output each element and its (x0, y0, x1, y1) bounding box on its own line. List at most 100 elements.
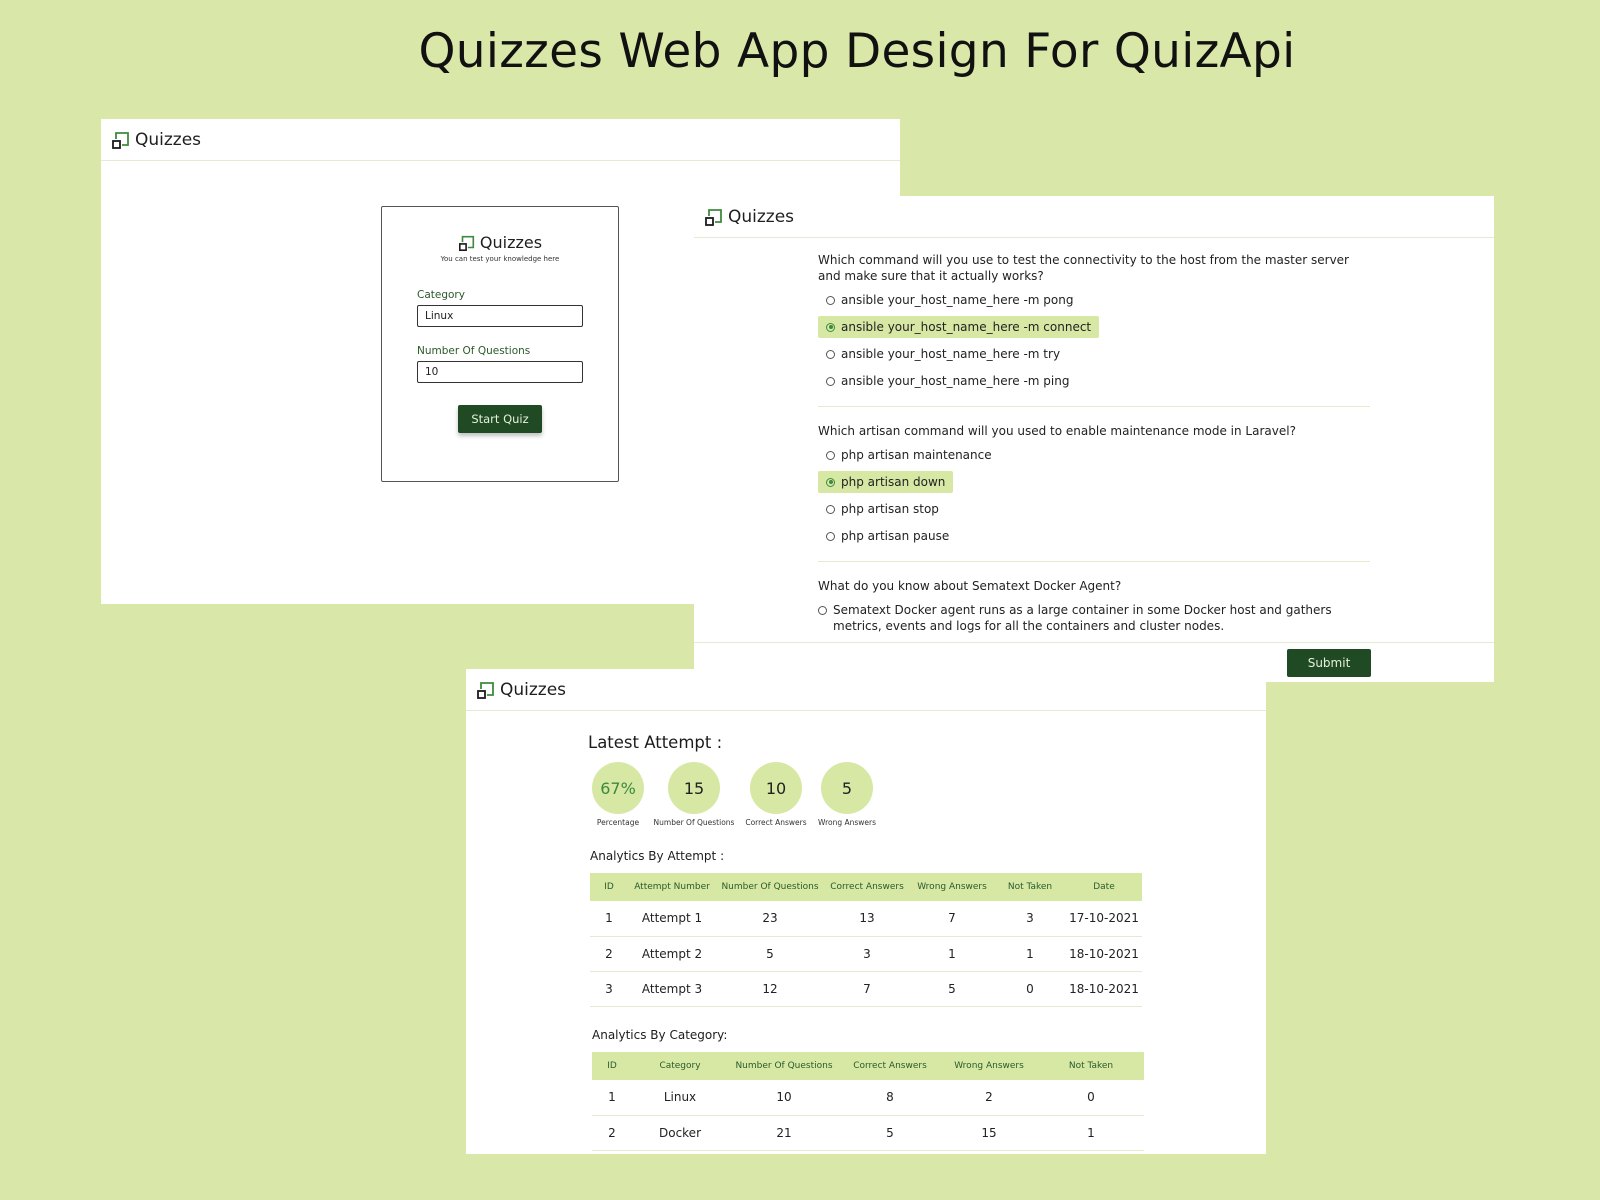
stat-wrong-answers: 5 Wrong Answers (812, 762, 882, 827)
analytics-screen-frame: Quizzes Latest Attempt : 67% Percentage … (466, 669, 1266, 1154)
stat-value: 10 (750, 762, 802, 814)
column-header: ID (607, 1061, 617, 1071)
analytics-by-attempt-title: Analytics By Attempt : (590, 849, 725, 863)
cell-attempt: Attempt 1 (628, 901, 716, 937)
radio-icon[interactable] (826, 531, 835, 541)
cell-date: 18-10-2021 (1066, 971, 1142, 1007)
answer-option[interactable]: ansible your_host_name_here -m ping (818, 370, 1077, 392)
questions-count-label: Number Of Questions (417, 345, 531, 357)
table-row: 1 Linux 10 8 2 0 (592, 1080, 1144, 1116)
start-quiz-button[interactable]: Start Quiz (458, 405, 542, 433)
radio-icon[interactable] (826, 295, 835, 305)
cell-not-taken: 0 (994, 971, 1066, 1007)
option-label: php artisan pause (841, 529, 950, 543)
latest-attempt-stats: 67% Percentage 15 Number Of Questions 10… (588, 762, 882, 827)
cell-date: 18-10-2021 (1066, 936, 1142, 972)
stat-label: Percentage (596, 818, 640, 827)
stat-value: 15 (668, 762, 720, 814)
question-divider (818, 406, 1370, 407)
cell-attempt: Attempt 3 (628, 971, 716, 1007)
card-subtitle: You can test your knowledge here (440, 255, 560, 263)
column-header: Correct Answers (853, 1061, 927, 1071)
cell-correct: 13 (824, 901, 910, 937)
cell-id: 1 (592, 1080, 632, 1116)
cell-id: 3 (590, 971, 628, 1007)
category-label: Category (417, 289, 465, 301)
cell-not-taken: 0 (1038, 1080, 1144, 1116)
answer-option[interactable]: php artisan stop (818, 498, 947, 520)
question-block: Which artisan command will you used to e… (818, 423, 1370, 547)
option-label: ansible your_host_name_here -m try (841, 347, 1061, 361)
quizzes-logo-icon (476, 680, 496, 700)
cell-correct: 3 (824, 936, 910, 972)
answer-option[interactable]: Sematext Docker agent runs as a large co… (818, 602, 1358, 634)
column-header: Not Taken (1007, 882, 1053, 892)
brand-name: Quizzes (728, 206, 795, 227)
column-header: ID (604, 882, 614, 892)
column-header: Number Of Questions (721, 882, 819, 892)
start-quiz-card: Quizzes You can test your knowledge here… (381, 206, 619, 482)
top-bar: Quizzes (694, 196, 1494, 238)
cell-attempt: Attempt 2 (628, 936, 716, 972)
cell-wrong: 5 (910, 971, 994, 1007)
analytics-by-category-title: Analytics By Category: (592, 1028, 728, 1042)
cell-wrong: 1 (910, 936, 994, 972)
cell-wrong: 2 (940, 1080, 1038, 1116)
cell-questions: 23 (716, 901, 824, 937)
table-row: 2 Docker 21 5 15 1 (592, 1115, 1144, 1151)
cell-correct: 5 (840, 1115, 940, 1151)
cell-questions: 21 (728, 1115, 840, 1151)
radio-icon[interactable] (826, 504, 835, 514)
stat-value: 5 (821, 762, 873, 814)
radio-icon[interactable] (826, 349, 835, 359)
table-row: 3 Attempt 3 12 7 5 0 18-10-2021 (590, 971, 1142, 1007)
analytics-by-attempt-table: ID Attempt Number Number Of Questions Co… (590, 873, 1142, 1007)
answer-option[interactable]: ansible your_host_name_here -m pong (818, 289, 1081, 311)
option-label: Sematext Docker agent runs as a large co… (833, 603, 1332, 633)
top-bar: Quizzes (101, 119, 900, 161)
answer-option-selected[interactable]: php artisan down (818, 471, 954, 493)
stat-number-of-questions: 15 Number Of Questions (648, 762, 740, 827)
analytics-by-category-table: ID Category Number Of Questions Correct … (592, 1052, 1144, 1151)
radio-checked-icon[interactable] (826, 477, 835, 487)
top-bar: Quizzes (466, 669, 1266, 711)
answer-option-selected[interactable]: ansible your_host_name_here -m connect (818, 316, 1100, 338)
radio-icon[interactable] (818, 606, 827, 615)
stat-percentage: 67% Percentage (588, 762, 648, 827)
column-header: Not Taken (1068, 1061, 1114, 1071)
stat-correct-answers: 10 Correct Answers (740, 762, 812, 827)
question-text: What do you know about Sematext Docker A… (818, 579, 1122, 593)
column-header: Attempt Number (634, 882, 710, 892)
question-divider (818, 561, 1370, 562)
cell-questions: 5 (716, 936, 824, 972)
stat-value: 67% (592, 762, 644, 814)
table-row: 1 Attempt 1 23 13 7 3 17-10-2021 (590, 901, 1142, 937)
column-header: Correct Answers (830, 882, 904, 892)
cell-id: 1 (590, 901, 628, 937)
questions-count-input[interactable] (417, 361, 583, 383)
submit-button[interactable]: Submit (1287, 649, 1371, 677)
answer-option[interactable]: php artisan maintenance (818, 444, 1000, 466)
brand-name: Quizzes (135, 129, 202, 150)
stat-label: Number Of Questions (653, 818, 735, 827)
cell-id: 2 (592, 1115, 632, 1151)
cell-not-taken: 1 (1038, 1115, 1144, 1151)
column-header: Category (659, 1061, 701, 1071)
column-header: Wrong Answers (917, 882, 987, 892)
option-label: php artisan maintenance (841, 448, 992, 462)
radio-icon[interactable] (826, 450, 835, 460)
question-list: Which command will you use to test the c… (818, 252, 1370, 634)
radio-checked-icon[interactable] (826, 322, 835, 332)
category-input[interactable] (417, 305, 583, 327)
question-block: What do you know about Sematext Docker A… (818, 578, 1370, 634)
answer-option[interactable]: php artisan pause (818, 525, 957, 547)
answer-option[interactable]: ansible your_host_name_here -m try (818, 343, 1068, 365)
cell-correct: 8 (840, 1080, 940, 1116)
cell-correct: 7 (824, 971, 910, 1007)
option-label: ansible your_host_name_here -m connect (841, 320, 1092, 334)
cell-category: Linux (632, 1080, 728, 1116)
radio-icon[interactable] (826, 376, 835, 386)
question-text: Which command will you use to test the c… (818, 253, 1349, 283)
cell-not-taken: 1 (994, 936, 1066, 972)
column-header: Wrong Answers (954, 1061, 1024, 1071)
